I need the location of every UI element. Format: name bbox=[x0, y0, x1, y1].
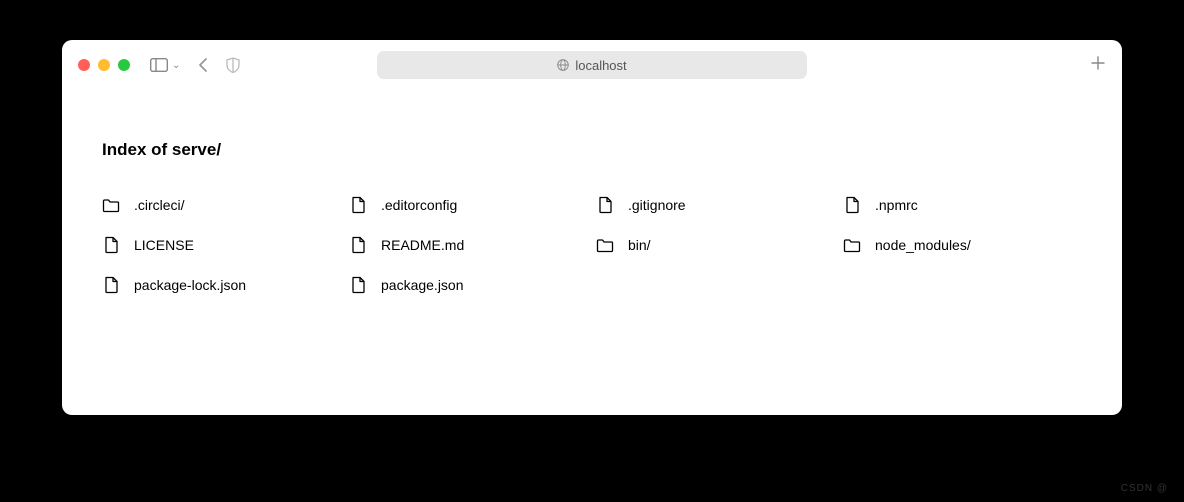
file-name: .circleci/ bbox=[134, 197, 185, 213]
chevron-left-icon bbox=[198, 57, 208, 73]
file-item[interactable]: .npmrc bbox=[843, 196, 1082, 214]
file-grid: .circleci/ .editorconfig .gitignore .npmrc L… bbox=[102, 196, 1082, 294]
file-name: .npmrc bbox=[875, 197, 918, 213]
page-title: Index of serve/ bbox=[102, 140, 1082, 160]
file-icon bbox=[102, 236, 120, 254]
maximize-window-button[interactable] bbox=[118, 59, 130, 71]
chevron-down-icon: ⌄ bbox=[172, 60, 180, 71]
minimize-window-button[interactable] bbox=[98, 59, 110, 71]
file-name: .editorconfig bbox=[381, 197, 457, 213]
watermark: CSDN @ bbox=[1121, 483, 1168, 494]
address-text: localhost bbox=[575, 58, 626, 73]
file-item[interactable]: .editorconfig bbox=[349, 196, 588, 214]
browser-toolbar: ⌄ localhost bbox=[62, 40, 1122, 90]
file-item[interactable]: LICENSE bbox=[102, 236, 341, 254]
close-window-button[interactable] bbox=[78, 59, 90, 71]
folder-icon bbox=[596, 236, 614, 254]
window-controls bbox=[78, 59, 130, 71]
sidebar-toggle-button[interactable]: ⌄ bbox=[150, 58, 180, 72]
file-item[interactable]: package-lock.json bbox=[102, 276, 341, 294]
file-icon bbox=[349, 236, 367, 254]
plus-icon bbox=[1090, 55, 1106, 71]
globe-icon bbox=[557, 59, 569, 71]
shield-icon bbox=[226, 57, 240, 73]
file-name: package-lock.json bbox=[134, 277, 246, 293]
file-item[interactable]: README.md bbox=[349, 236, 588, 254]
browser-window: ⌄ localhost bbox=[62, 40, 1122, 415]
file-icon bbox=[102, 276, 120, 294]
file-item[interactable]: node_modules/ bbox=[843, 236, 1082, 254]
file-icon bbox=[349, 196, 367, 214]
new-tab-button[interactable] bbox=[1090, 54, 1106, 77]
file-icon bbox=[349, 276, 367, 294]
page-content: Index of serve/ .circleci/ .editorconfig.… bbox=[62, 90, 1122, 314]
privacy-shield-button[interactable] bbox=[226, 57, 240, 73]
file-item[interactable]: package.json bbox=[349, 276, 588, 294]
file-icon bbox=[843, 196, 861, 214]
file-icon bbox=[596, 196, 614, 214]
sidebar-icon bbox=[150, 58, 168, 72]
back-button[interactable] bbox=[198, 57, 208, 73]
file-name: .gitignore bbox=[628, 197, 686, 213]
file-name: node_modules/ bbox=[875, 237, 971, 253]
folder-icon bbox=[102, 196, 120, 214]
folder-icon bbox=[843, 236, 861, 254]
file-name: README.md bbox=[381, 237, 464, 253]
file-name: package.json bbox=[381, 277, 464, 293]
address-bar[interactable]: localhost bbox=[377, 51, 807, 79]
file-name: bin/ bbox=[628, 237, 651, 253]
file-item[interactable]: .gitignore bbox=[596, 196, 835, 214]
file-name: LICENSE bbox=[134, 237, 194, 253]
file-item[interactable]: .circleci/ bbox=[102, 196, 341, 214]
file-item[interactable]: bin/ bbox=[596, 236, 835, 254]
